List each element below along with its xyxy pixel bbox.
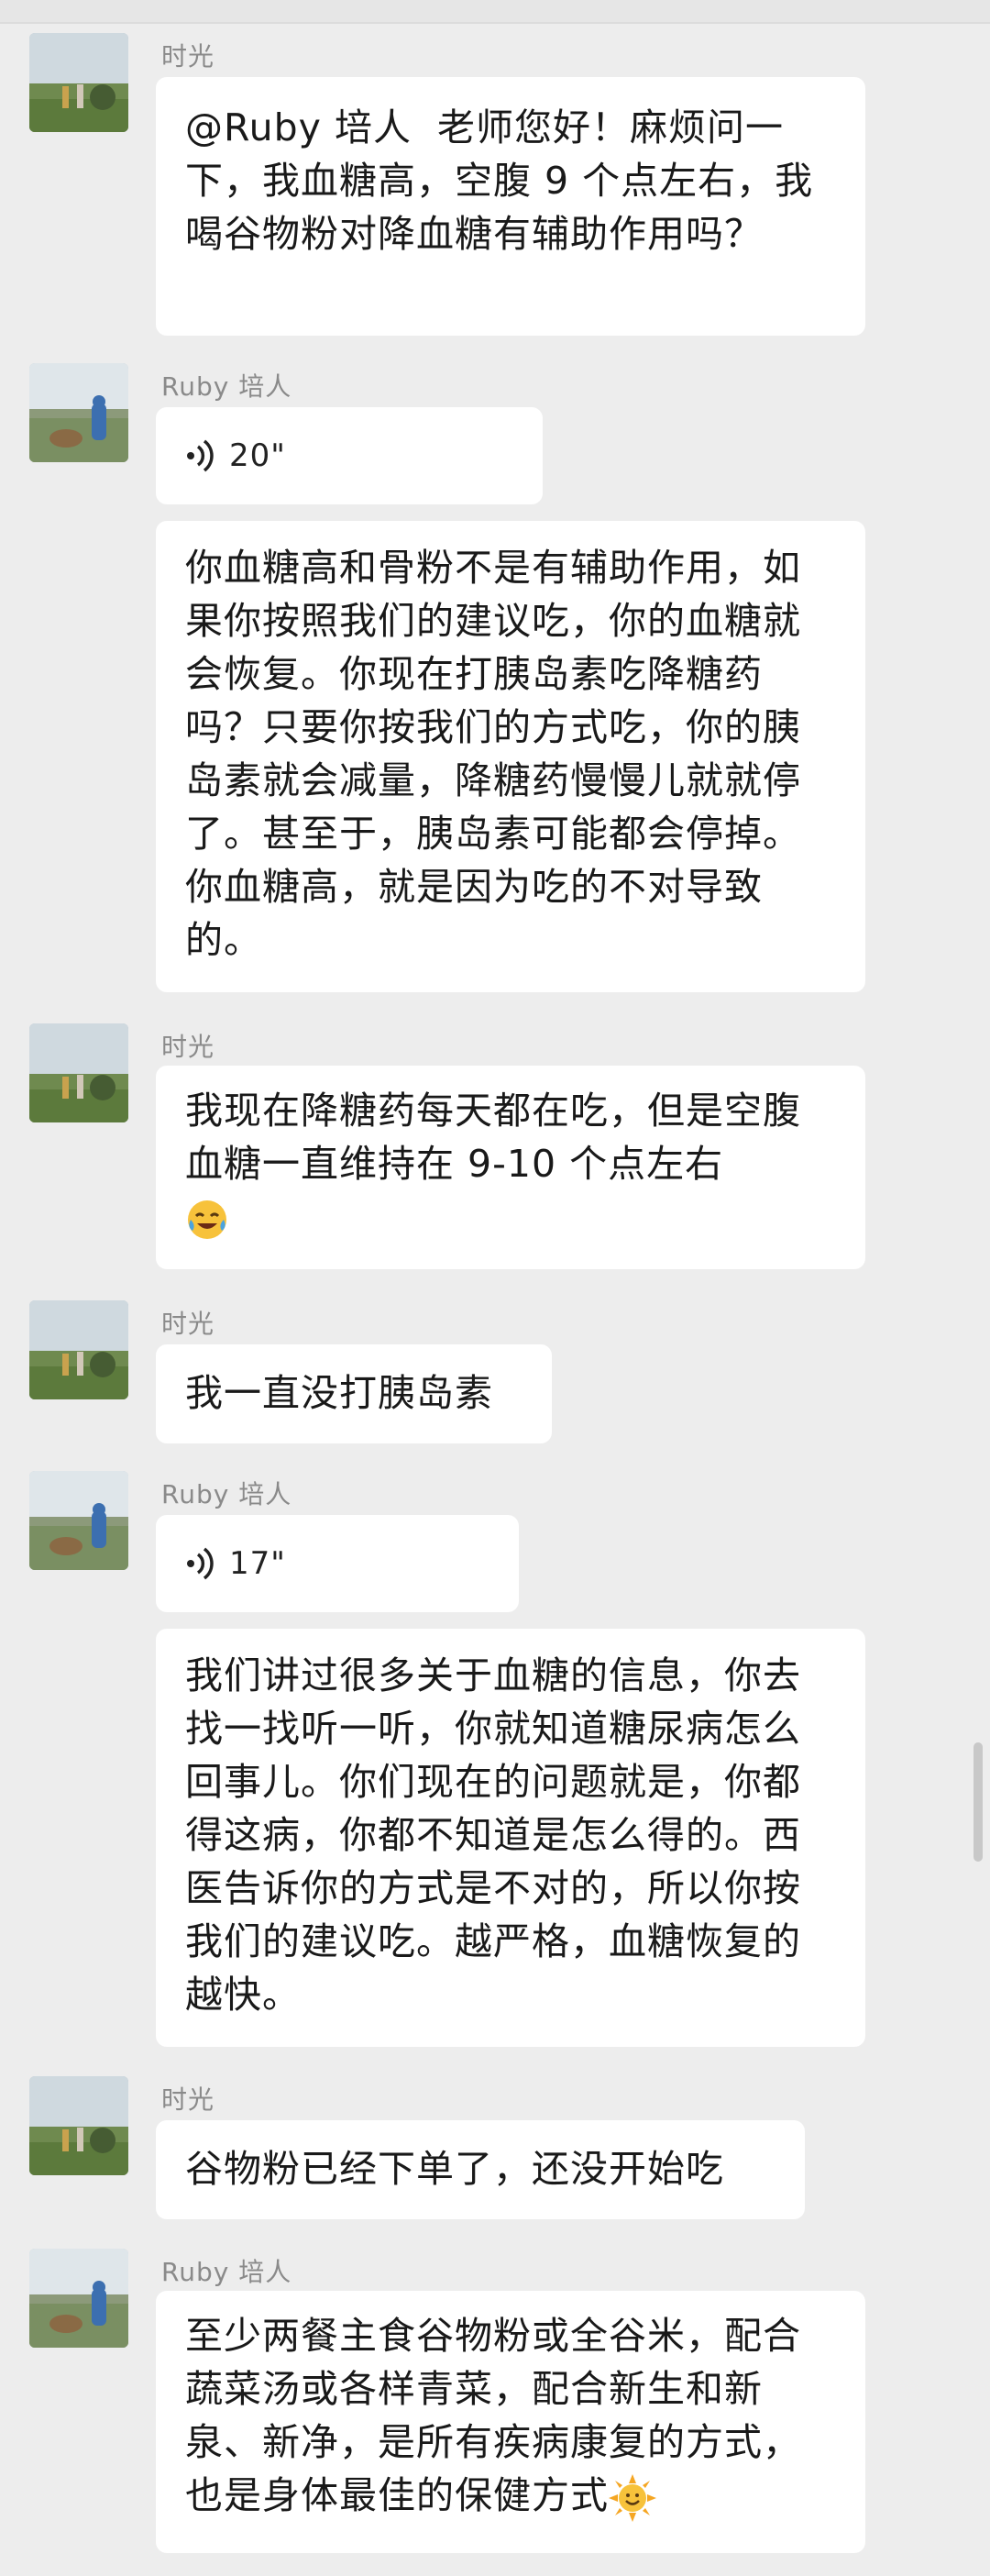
message-bubble[interactable]: @Ruby 培人 老师您好！麻烦问一下，我血糖高，空腹 9 个点左右，我喝谷物粉…: [156, 77, 865, 336]
avatar-ruby[interactable]: [29, 363, 128, 462]
message-bubble[interactable]: 至少两餐主食谷物粉或全谷米，配合蔬菜汤或各样青菜，配合新生和新泉、新净，是所有疾…: [156, 2291, 865, 2553]
message-item: 我们讲过很多关于血糖的信息，你去找一找听一听，你就知道糖尿病怎么回事儿。你们现在…: [29, 1629, 946, 2049]
avatar-ruby[interactable]: [29, 2249, 128, 2348]
message-bubble[interactable]: 你血糖高和骨粉不是有辅助作用，如果你按照我们的建议吃，你的血糖就会恢复。你现在打…: [156, 521, 865, 992]
message-item: 你血糖高和骨粉不是有辅助作用，如果你按照我们的建议吃，你的血糖就会恢复。你现在打…: [29, 521, 946, 994]
voice-duration: 20": [229, 437, 286, 474]
avatar-image: [29, 1300, 128, 1399]
avatar-shiguang[interactable]: [29, 33, 128, 132]
message-text: @Ruby 培人 老师您好！麻烦问一下，我血糖高，空腹 9 个点左右，我喝谷物粉…: [185, 105, 814, 256]
face-with-tears-of-joy-icon: [188, 1200, 226, 1239]
voice-wave-icon: [187, 439, 214, 472]
sender-name: 时光: [161, 1032, 215, 1062]
avatar-image: [29, 2249, 128, 2348]
sender-name: Ruby 培人: [161, 2257, 292, 2287]
message-item: 时光 我一直没打胰岛素: [29, 1300, 946, 1447]
message-text: 谷物粉已经下单了，还没开始吃: [185, 2147, 724, 2191]
message-bubble[interactable]: 我现在降糖药每天都在吃，但是空腹血糖一直维持在 9-10 个点左右: [156, 1066, 865, 1269]
message-item: 时光 谷物粉已经下单了，还没开始吃: [29, 2076, 946, 2223]
message-item: Ruby 培人 17": [29, 1471, 946, 1618]
message-item: Ruby 培人 20": [29, 363, 946, 510]
sender-name: 时光: [161, 41, 215, 72]
voice-message[interactable]: 20": [156, 407, 543, 504]
sun-with-face-icon: [609, 2474, 656, 2522]
voice-message[interactable]: 17": [156, 1515, 519, 1612]
message-text: 我一直没打胰岛素: [185, 1371, 493, 1415]
message-text: 我们讲过很多关于血糖的信息，你去找一找听一听，你就知道糖尿病怎么回事儿。你们现在…: [185, 1653, 801, 2017]
voice-duration: 17": [229, 1545, 286, 1582]
voice-wave-icon: [187, 1547, 214, 1580]
scrollbar-thumb[interactable]: [974, 1742, 983, 1862]
sender-name: Ruby 培人: [161, 1479, 292, 1509]
avatar-shiguang[interactable]: [29, 2076, 128, 2175]
avatar-shiguang[interactable]: [29, 1023, 128, 1122]
avatar-ruby[interactable]: [29, 1471, 128, 1570]
avatar-image: [29, 33, 128, 132]
message-text: 至少两餐主食谷物粉或全谷米，配合蔬菜汤或各样青菜，配合新生和新泉、新净，是所有疾…: [185, 2314, 801, 2517]
avatar-image: [29, 1023, 128, 1122]
message-item: 时光 @Ruby 培人 老师您好！麻烦问一下，我血糖高，空腹 9 个点左右，我喝…: [29, 33, 946, 336]
message-text: 你血糖高和骨粉不是有辅助作用，如果你按照我们的建议吃，你的血糖就会恢复。你现在打…: [185, 546, 801, 962]
sender-name: 时光: [161, 2084, 215, 2115]
message-item: 时光 我现在降糖药每天都在吃，但是空腹血糖一直维持在 9-10 个点左右: [29, 1023, 946, 1271]
avatar-image: [29, 1471, 128, 1570]
sender-name: 时光: [161, 1309, 215, 1339]
message-text: 我现在降糖药每天都在吃，但是空腹血糖一直维持在 9-10 个点左右: [185, 1089, 801, 1186]
sender-name: Ruby 培人: [161, 371, 292, 402]
avatar-image: [29, 363, 128, 462]
message-bubble[interactable]: 谷物粉已经下单了，还没开始吃: [156, 2120, 805, 2219]
message-bubble[interactable]: 我们讲过很多关于血糖的信息，你去找一找听一听，你就知道糖尿病怎么回事儿。你们现在…: [156, 1629, 865, 2047]
message-item: Ruby 培人 至少两餐主食谷物粉或全谷米，配合蔬菜汤或各样青菜，配合新生和新泉…: [29, 2249, 946, 2560]
top-divider: [0, 0, 990, 24]
avatar-image: [29, 2076, 128, 2175]
message-bubble[interactable]: 我一直没打胰岛素: [156, 1344, 552, 1443]
avatar-shiguang[interactable]: [29, 1300, 128, 1399]
